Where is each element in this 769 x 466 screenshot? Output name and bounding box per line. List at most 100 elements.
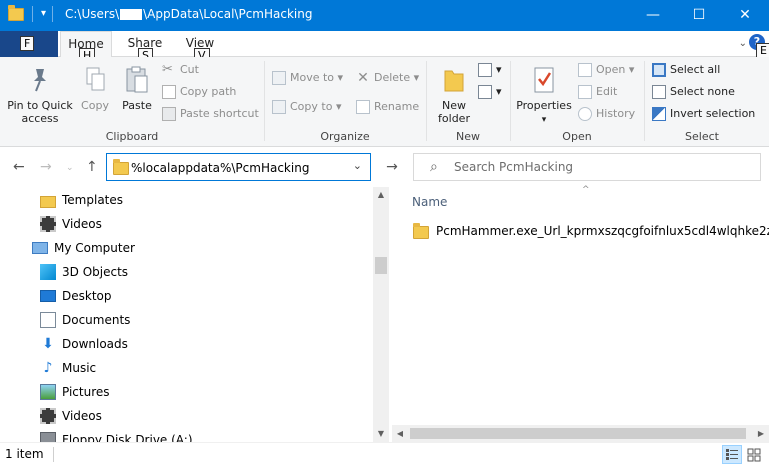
back-button[interactable]: ← [13, 159, 25, 175]
search-icon: ⌕ [430, 159, 438, 175]
select-all-button[interactable]: Select all [652, 63, 720, 77]
nav-item-label: Downloads [62, 337, 128, 351]
item-count: 1 item [5, 447, 44, 461]
nav-item[interactable]: Videos [40, 405, 102, 427]
copy-to-button[interactable]: Copy to ▾ [272, 100, 341, 114]
paste-shortcut-icon [162, 107, 176, 121]
invert-selection-label: Invert selection [670, 107, 756, 120]
invert-selection-button[interactable]: Invert selection [652, 107, 755, 121]
nav-item[interactable]: 3D Objects [40, 261, 128, 283]
delete-button[interactable]: ✕ Delete ▾ [356, 71, 419, 85]
recent-locations-button[interactable]: ⌄ [66, 163, 74, 173]
delete-label: Delete [374, 71, 411, 84]
move-to-button[interactable]: Move to ▾ [272, 71, 343, 85]
status-bar: 1 item [0, 442, 769, 466]
keytip-help: E [756, 43, 769, 58]
new-folder-button[interactable]: New folder [432, 65, 476, 125]
folder-icon [40, 195, 56, 208]
large-icons-view-button[interactable] [744, 445, 764, 464]
history-button[interactable]: History [578, 107, 635, 121]
copy-button[interactable]: Copy [76, 65, 114, 112]
file-pane-horizontal-scrollbar[interactable]: ◀ ▶ [392, 425, 769, 442]
close-button[interactable]: ✕ [722, 0, 768, 31]
nav-item-label: Videos [62, 217, 102, 231]
cut-label: Cut [180, 63, 199, 76]
ribbon-home: Pin to Quick access Copy Paste ✂ Cut Copy… [0, 57, 769, 147]
properties-icon [534, 67, 554, 93]
open-button[interactable]: Open ▾ [578, 63, 634, 77]
address-bar[interactable]: ⌄ [106, 153, 371, 181]
nav-item[interactable]: ⬇ Downloads [40, 333, 128, 355]
address-input[interactable] [131, 159, 346, 176]
nav-item-label: 3D Objects [62, 265, 129, 279]
scroll-right-arrow[interactable]: ▶ [753, 425, 769, 442]
easy-access-button[interactable]: ▾ [478, 85, 502, 99]
details-view-button[interactable] [722, 445, 742, 464]
quick-access-toolbar-dropdown[interactable]: ▾ [41, 7, 46, 21]
invert-selection-icon [652, 107, 666, 121]
select-all-label: Select all [670, 63, 721, 76]
pin-icon [34, 69, 46, 92]
rename-label: Rename [374, 100, 420, 113]
nav-item[interactable]: My Computer [32, 237, 135, 259]
select-none-button[interactable]: Select none [652, 85, 735, 99]
nav-item-label: My Computer [54, 241, 135, 255]
scroll-up-arrow[interactable]: ▲ [373, 187, 389, 203]
folder-icon [113, 159, 129, 175]
copy-path-icon [162, 85, 176, 99]
cube-icon [40, 264, 56, 280]
nav-item[interactable]: Documents [40, 309, 130, 331]
nav-item[interactable]: Pictures [40, 381, 110, 403]
copy-label: Copy [81, 99, 109, 112]
paste-shortcut-button[interactable]: Paste shortcut [162, 107, 259, 121]
group-label-select: Select [685, 130, 719, 143]
nav-pane-scrollbar[interactable]: ▲ ▼ [373, 187, 389, 442]
nav-item[interactable]: ♪ Music [40, 357, 97, 379]
pin-to-quick-access-button[interactable]: Pin to Quick access [4, 65, 76, 125]
maximize-button[interactable]: ☐ [676, 0, 722, 31]
properties-button[interactable]: Properties ▾ [514, 65, 574, 127]
expand-ribbon-icon[interactable]: ⌄ [739, 38, 747, 49]
new-item-button[interactable]: ▾ [478, 63, 502, 77]
large-icons-view-icon [747, 448, 761, 462]
copy-path-button[interactable]: Copy path [162, 85, 236, 99]
edit-button[interactable]: Edit [578, 85, 617, 99]
minimize-button[interactable]: — [630, 0, 676, 31]
pin-label: Pin to Quick access [7, 99, 73, 125]
column-header-name[interactable]: Name [412, 195, 447, 209]
new-folder-label: New folder [438, 99, 470, 125]
nav-item[interactable]: Videos [40, 213, 102, 235]
music-icon: ♪ [43, 360, 53, 376]
scroll-left-arrow[interactable]: ◀ [392, 425, 408, 442]
cut-button[interactable]: ✂ Cut [162, 63, 199, 77]
go-button[interactable]: → [380, 155, 404, 179]
rename-button[interactable]: Rename [356, 100, 419, 114]
title-prefix: C:\Users\ [65, 7, 120, 21]
nav-item[interactable]: Floppy Disk Drive (A:) [40, 429, 193, 442]
video-icon [40, 216, 56, 232]
video-icon [40, 408, 56, 424]
file-list-pane: ^ Name PcmHammer.exe_Url_kprmxszqcgfoifn… [389, 185, 769, 442]
nav-item[interactable]: Desktop [40, 285, 112, 307]
scroll-down-arrow[interactable]: ▼ [373, 426, 389, 442]
search-box[interactable]: ⌕ [413, 153, 761, 181]
nav-item[interactable]: Templates [40, 189, 123, 211]
paste-icon [126, 66, 148, 93]
copy-to-label: Copy to [290, 100, 333, 113]
scissors-icon: ✂ [162, 62, 173, 77]
address-dropdown-icon[interactable]: ⌄ [353, 159, 362, 172]
tab-file[interactable]: F [0, 31, 58, 57]
nav-item-label: Pictures [62, 385, 110, 399]
forward-button[interactable]: → [40, 159, 52, 175]
desktop-icon [40, 290, 56, 302]
search-input[interactable] [454, 160, 744, 174]
move-to-label: Move to [290, 71, 335, 84]
file-row[interactable]: PcmHammer.exe_Url_kprmxszqcgfoifnlux5cdl… [413, 221, 769, 241]
scroll-thumb[interactable] [375, 257, 387, 274]
ribbon-tabs: F Home H Share S View V ⌄ ? E [0, 31, 769, 63]
title-bar: ▾ C:\Users\ \AppData\Local\PcmHacking — ☐… [0, 0, 769, 31]
up-button[interactable]: ↑ [86, 159, 98, 175]
paste-button[interactable]: Paste [118, 65, 156, 112]
horizontal-scroll-thumb[interactable] [410, 428, 746, 439]
edit-label: Edit [596, 85, 618, 98]
